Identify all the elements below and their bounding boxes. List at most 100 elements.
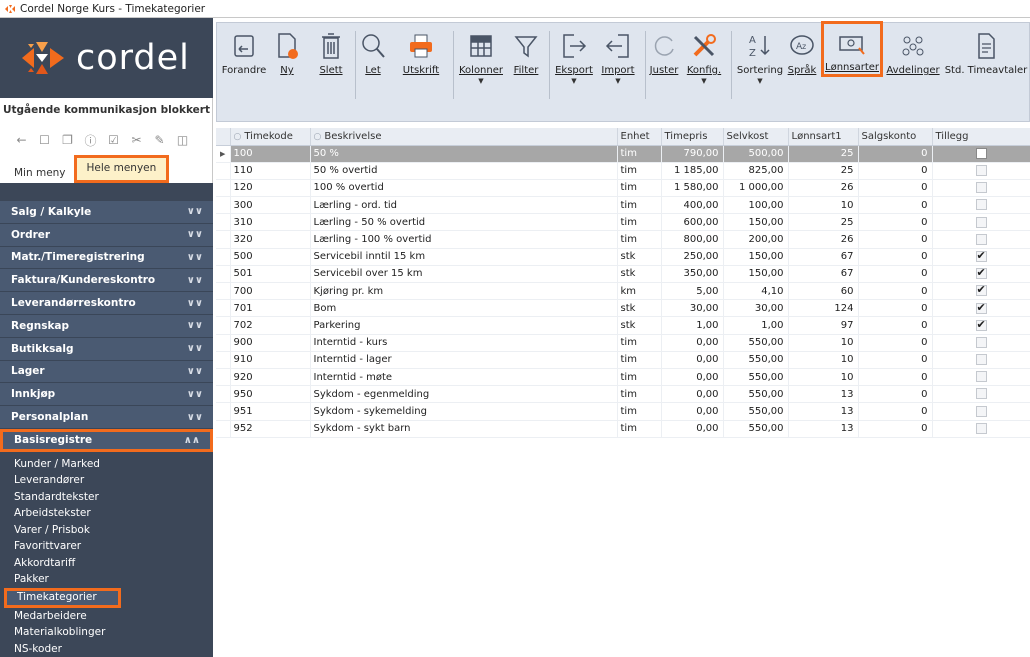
tillegg-checkbox[interactable] — [975, 354, 987, 366]
menu-group-basisregistre[interactable]: Basisregistre ∧∧ — [0, 428, 213, 452]
menu-group-regnskap[interactable]: Regnskap ∨∨ — [0, 314, 213, 338]
row-indicator — [216, 334, 231, 352]
menu-group-faktura[interactable]: Faktura/Kundereskontro ∨∨ — [0, 269, 213, 293]
tillegg-checkbox[interactable] — [975, 301, 987, 314]
table-row[interactable]: 701 Bom stk 30,00 30,00 124 0 — [216, 299, 1030, 318]
cell-lonnsart1: 97 — [788, 316, 859, 335]
checkbox-icon[interactable]: ☑ — [104, 132, 123, 148]
menu-group-lager[interactable]: Lager ∨∨ — [0, 360, 213, 384]
column-header-beskrivelse[interactable]: ○ Beskrivelse — [310, 128, 618, 146]
submenu-item-standardtekster[interactable]: Standardtekster — [0, 489, 213, 506]
table-row[interactable]: 500 Servicebil inntil 15 km stk 250,00 150,0… — [216, 248, 1030, 266]
cell-tillegg — [932, 162, 1030, 180]
tillegg-checkbox[interactable] — [975, 147, 987, 159]
juster-button[interactable]: Juster — [649, 23, 679, 123]
tillegg-checkbox[interactable] — [975, 233, 987, 245]
table-row[interactable]: 900 Interntid - kurs tim 0,00 550,00 10 0 — [216, 334, 1030, 352]
submenu-item-akkordtariff[interactable]: Akkordtariff — [0, 555, 213, 572]
tillegg-checkbox[interactable] — [975, 199, 987, 211]
monitor-icon[interactable]: ◫ — [173, 132, 192, 148]
submenu-item-pakker[interactable]: Pakker — [0, 571, 213, 588]
submenu-item-varer[interactable]: Varer / Prisbok — [0, 522, 213, 539]
konfig-button[interactable]: Konfig. ▼ — [685, 23, 723, 123]
menu-group-leverandorreskontro[interactable]: Leverandørreskontro ∨∨ — [0, 292, 213, 315]
submenu-item-leverandorer[interactable]: Leverandører — [0, 472, 213, 489]
tillegg-checkbox[interactable] — [975, 266, 987, 280]
cell-salgskonto: 0 — [858, 351, 933, 369]
tillegg-checkbox[interactable] — [975, 182, 987, 194]
let-button[interactable]: Let — [361, 23, 385, 123]
column-header-lonnsart1[interactable]: Lønnsart1 — [788, 128, 859, 146]
table-row[interactable]: 702 Parkering stk 1,00 1,00 97 0 — [216, 316, 1030, 335]
submenu-item-arbeidstekster[interactable]: Arbeidstekster — [0, 505, 213, 522]
menu-group-butikksalg[interactable]: Butikksalg ∨∨ — [0, 337, 213, 361]
column-header-tillegg[interactable]: Tillegg — [932, 128, 1030, 146]
slett-button[interactable]: Slett — [317, 23, 345, 123]
lock-icon[interactable]: ☐ — [35, 132, 54, 148]
tillegg-checkbox[interactable] — [975, 283, 987, 297]
column-header-enhet[interactable]: Enhet — [617, 128, 662, 146]
column-header-selvkost[interactable]: Selvkost — [723, 128, 789, 146]
ny-button[interactable]: Ny — [273, 23, 301, 123]
submenu-item-ns-koder[interactable]: NS-koder — [0, 641, 213, 657]
table-row[interactable]: 320 Lærling - 100 % overtid tim 800,00 200,0… — [216, 230, 1030, 249]
table-row[interactable]: 920 Interntid - møte tim 0,00 550,00 10 0 — [216, 368, 1030, 387]
table-row[interactable]: ▶ 100 50 % tim 790,00 500,00 25 0 — [216, 145, 1030, 163]
table-row[interactable]: 501 Servicebil over 15 km stk 350,00 150,00 6… — [216, 265, 1030, 284]
tillegg-checkbox[interactable] — [975, 422, 987, 434]
menu-group-ordrer[interactable]: Ordrer ∨∨ — [0, 223, 213, 247]
table-body: ▶ 100 50 % tim 790,00 500,00 25 0 110 50 % overti… — [216, 145, 1030, 438]
table-row[interactable]: 700 Kjøring pr. km km 5,00 4,10 60 0 — [216, 282, 1030, 301]
edit-icon[interactable]: ✎ — [150, 132, 169, 148]
filter-button[interactable]: Filter — [511, 23, 541, 123]
window-icon[interactable]: ❐ — [58, 132, 77, 148]
chevron-down-icon: ∨∨ — [186, 343, 203, 355]
cell-salgskonto: 0 — [858, 420, 933, 438]
avdelinger-button[interactable]: Avdelinger — [885, 23, 941, 123]
kolonner-button[interactable]: Kolonner ▼ — [457, 23, 505, 123]
tillegg-checkbox[interactable] — [975, 336, 987, 348]
tillegg-checkbox[interactable] — [975, 388, 987, 400]
tools-icon[interactable]: ✂ — [127, 132, 146, 148]
tab-hele-menyen[interactable]: Hele menyen — [73, 155, 170, 183]
sprak-button[interactable]: Az Språk — [787, 23, 817, 123]
table-row[interactable]: 910 Interntid - lager tim 0,00 550,00 10 0 — [216, 351, 1030, 369]
tillegg-checkbox[interactable] — [975, 371, 987, 383]
table-row[interactable]: 951 Sykdom - sykemelding tim 0,00 550,00 13 0 — [216, 402, 1030, 421]
sortering-button[interactable]: AZ Sortering ▼ — [737, 23, 783, 123]
submenu-item-favorittvarer[interactable]: Favorittvarer — [0, 538, 213, 555]
tillegg-checkbox[interactable] — [975, 165, 987, 177]
tillegg-checkbox[interactable] — [975, 318, 987, 331]
table-row[interactable]: 310 Lærling - 50 % overtid tim 600,00 150,00… — [216, 213, 1030, 232]
info-icon[interactable]: ⓘ — [81, 132, 100, 148]
menu-group-personalplan[interactable]: Personalplan ∨∨ — [0, 406, 213, 429]
tillegg-checkbox[interactable] — [975, 216, 987, 228]
communication-status-label: Utgående kommunikasjon blokkert — [3, 104, 210, 116]
cell-tillegg — [932, 213, 1030, 232]
table-row[interactable]: 950 Sykdom - egenmelding tim 0,00 550,00 13 0 — [216, 385, 1030, 404]
forandre-button[interactable]: Forandre — [221, 23, 267, 123]
utskrift-button[interactable]: Utskrift — [401, 23, 441, 123]
submenu-item-materialkoblinger[interactable]: Materialkoblinger — [0, 624, 213, 641]
tab-min-meny[interactable]: Min meny — [8, 163, 72, 183]
menu-group-salg-kalkyle[interactable]: Salg / Kalkyle ∨∨ — [0, 201, 213, 224]
tillegg-checkbox[interactable] — [975, 405, 987, 417]
menu-group-timeregistrering[interactable]: Matr./Timeregistrering ∨∨ — [0, 246, 213, 270]
eksport-button[interactable]: Eksport ▼ — [555, 23, 593, 123]
submenu-item-timekategorier[interactable]: Timekategorier — [4, 587, 121, 608]
table-row[interactable]: 120 100 % overtid tim 1 580,00 1 000,00 26 0 — [216, 179, 1030, 198]
import-button[interactable]: Import ▼ — [601, 23, 635, 123]
submenu-item-kunder[interactable]: Kunder / Marked — [0, 456, 213, 473]
submenu-item-medarbeidere[interactable]: Medarbeidere — [0, 608, 213, 625]
table-row[interactable]: 952 Sykdom - sykt barn tim 0,00 550,00 13 0 — [216, 420, 1030, 438]
table-row[interactable]: 110 50 % overtid tim 1 185,00 825,00 25 0 — [216, 162, 1030, 180]
column-header-salgskonto[interactable]: Salgskonto — [858, 128, 933, 146]
back-arrow-icon[interactable]: ← — [12, 132, 31, 148]
lonnsarter-button[interactable]: Lønnsarter — [821, 21, 883, 77]
tillegg-checkbox[interactable] — [975, 249, 987, 262]
column-header-timepris[interactable]: Timepris — [661, 128, 724, 146]
table-row[interactable]: 300 Lærling - ord. tid tim 400,00 100,00 10 0 — [216, 196, 1030, 215]
menu-group-innkjop[interactable]: Innkjøp ∨∨ — [0, 383, 213, 407]
column-header-timekode[interactable]: ○ Timekode — [230, 128, 311, 146]
std-timeavtaler-button[interactable]: Std. Timeavtaler — [945, 23, 1027, 123]
